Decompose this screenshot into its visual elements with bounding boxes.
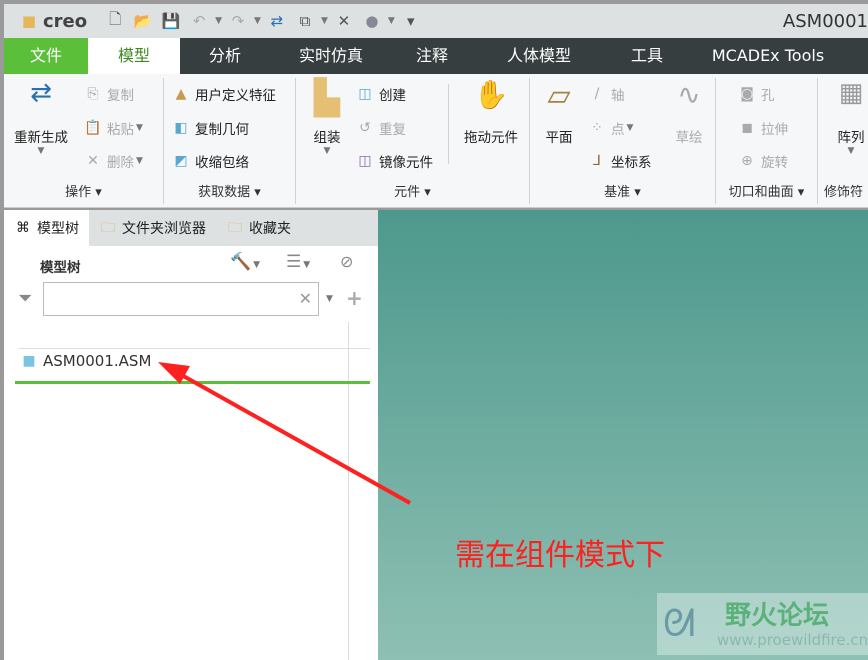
watermark-logo: ᘛ 野火论坛 www.proewildfire.cn bbox=[657, 593, 868, 655]
butterfly-icon: ᘛ bbox=[663, 601, 696, 645]
annotation-text: 需在组件模式下 bbox=[455, 538, 665, 573]
annotation-arrow bbox=[158, 362, 411, 505]
